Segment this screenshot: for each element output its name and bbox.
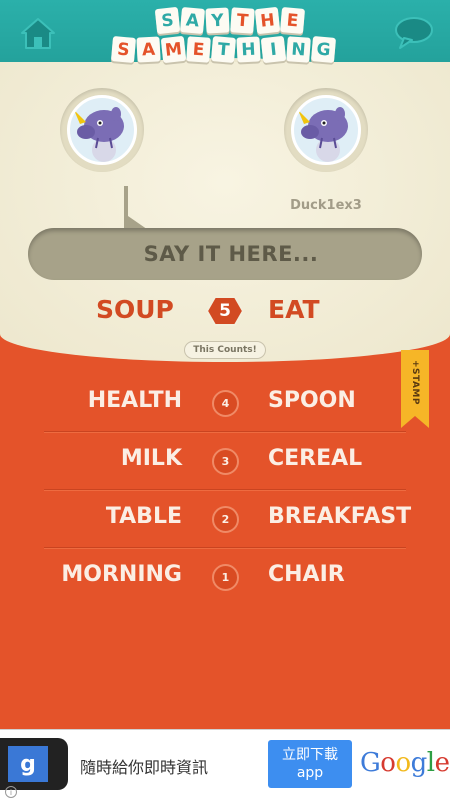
current-round-number: 5 — [219, 301, 231, 321]
logo-tile: G — [310, 36, 337, 63]
game-logo: S A Y T H E S A M E T H I N G — [0, 6, 450, 68]
logo-tile: S — [154, 6, 181, 35]
current-right-word: EAT — [268, 295, 320, 324]
logo-tile: E — [279, 7, 306, 34]
current-left-word: SOUP — [96, 295, 174, 324]
opponent-name: Duck1ex3 — [290, 198, 362, 213]
logo-tile: A — [179, 7, 206, 34]
logo-tile: T — [210, 36, 237, 63]
google-app-icon: g — [8, 746, 48, 782]
answer-input[interactable]: SAY IT HERE... — [28, 228, 422, 280]
history-row: MILK 3 CEREAL — [0, 432, 450, 489]
history-round-number: 1 — [212, 564, 239, 591]
logo-line-2: S A M E T H I N G — [110, 35, 337, 64]
logo-line-1: S A Y T H E — [154, 6, 306, 35]
history-row: HEALTH 4 SPOON — [0, 374, 450, 431]
logo-tile: Y — [205, 7, 230, 34]
history-round-number: 3 — [212, 448, 239, 475]
history-right-word: BREAKFAST — [268, 504, 412, 529]
logo-tile: A — [136, 36, 161, 63]
history-left-word: HEALTH — [87, 388, 182, 413]
history-right-word: CHAIR — [268, 562, 345, 587]
logo-tile: H — [236, 36, 261, 63]
ad-info-icon[interactable]: i — [5, 786, 17, 798]
ad-download-button[interactable]: 立即下載 app — [268, 740, 352, 788]
player-avatar[interactable] — [60, 88, 144, 172]
ad-banner[interactable]: g 隨時給你即時資訊 立即下載 app Google i — [0, 729, 450, 799]
logo-tile: M — [160, 35, 187, 64]
logo-tile: I — [260, 35, 287, 64]
rhino-avatar-icon — [298, 107, 348, 162]
speech-bubble-tail — [124, 186, 154, 234]
logo-tile: H — [254, 6, 281, 35]
history-left-word: MILK — [120, 446, 182, 471]
history-right-word: CEREAL — [268, 446, 363, 471]
ad-phone-graphic: g — [0, 738, 68, 790]
history-left-word: MORNING — [61, 562, 182, 587]
opponent-avatar[interactable] — [284, 88, 368, 172]
history-left-word: TABLE — [105, 504, 182, 529]
history-right-word: SPOON — [268, 388, 356, 413]
ad-button-line2: app — [296, 765, 324, 781]
logo-tile: E — [186, 36, 211, 63]
history-row: MORNING 1 CHAIR — [0, 548, 450, 605]
logo-tile: T — [230, 7, 255, 34]
logo-tile: S — [110, 36, 137, 63]
logo-tile: N — [286, 36, 311, 63]
ad-button-line1: 立即下載 — [282, 747, 338, 763]
this-counts-badge: This Counts! — [184, 341, 266, 359]
history-row: TABLE 2 BREAKFAST — [0, 490, 450, 547]
history-round-number: 4 — [212, 390, 239, 417]
history-round-number: 2 — [212, 506, 239, 533]
rhino-avatar-icon — [74, 107, 124, 162]
ad-text: 隨時給你即時資訊 — [80, 758, 209, 777]
google-logo: Google — [360, 748, 450, 778]
